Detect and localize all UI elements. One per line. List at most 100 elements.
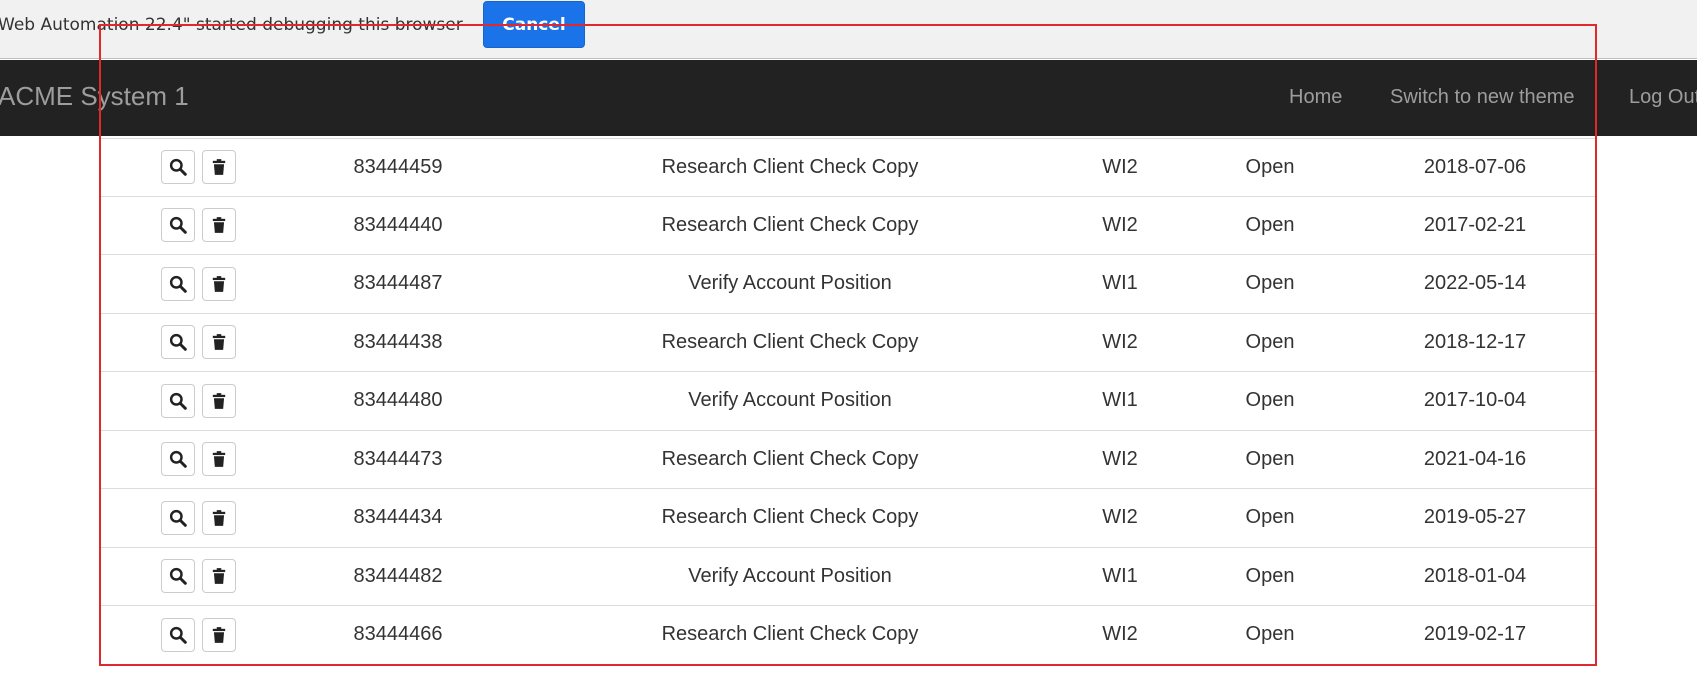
view-button[interactable] <box>160 383 195 418</box>
work-item-type: WI2 <box>1102 506 1138 529</box>
work-item-status: Open <box>1245 330 1295 353</box>
work-item-id: 83444459 <box>353 155 443 178</box>
work-item-status: Open <box>1245 389 1295 412</box>
search-icon <box>169 567 187 586</box>
work-item-type: WI2 <box>1102 155 1138 178</box>
brand-title[interactable]: ACME System 1 <box>0 81 189 112</box>
delete-button[interactable] <box>201 383 236 418</box>
nav-link-home[interactable]: Home <box>1289 86 1342 109</box>
trash-icon <box>210 626 228 644</box>
work-item-date: 2021-04-16 <box>1423 447 1527 470</box>
view-button[interactable] <box>160 150 195 185</box>
work-item-status: Open <box>1245 506 1295 529</box>
delete-button[interactable] <box>201 559 236 594</box>
nav-link-log-out[interactable]: Log Out <box>1629 86 1697 109</box>
work-item-description: Verify Account Position <box>688 564 892 587</box>
cancel-debugging-button[interactable]: Cancel <box>483 1 585 48</box>
work-item-description: Research Client Check Copy <box>661 623 919 646</box>
delete-button[interactable] <box>201 442 236 477</box>
work-item-id: 83444434 <box>353 506 443 529</box>
table-row: 83444434 Research Client Check Copy WI2 Ope… <box>100 489 1597 548</box>
row-actions <box>100 255 240 313</box>
search-icon <box>169 392 187 410</box>
work-item-status: Open <box>1245 213 1295 236</box>
work-item-id: 83444473 <box>353 447 443 470</box>
work-item-date: 2018-01-04 <box>1423 564 1527 587</box>
work-item-type: WI1 <box>1102 389 1138 412</box>
table-row: 83444440 Research Client Check Copy WI2 Ope… <box>100 197 1597 255</box>
row-actions <box>100 606 240 664</box>
search-icon <box>169 333 187 352</box>
row-actions <box>100 197 240 255</box>
trash-icon <box>210 392 228 410</box>
work-items-table: 83444459 Research Client Check Copy WI2 Ope… <box>100 138 1597 665</box>
work-item-type: WI2 <box>1102 330 1138 353</box>
view-button[interactable] <box>160 208 195 243</box>
view-button[interactable] <box>160 266 195 301</box>
table-row: 83444438 Research Client Check Copy WI2 Ope… <box>100 314 1597 372</box>
work-item-date: 2018-07-06 <box>1423 155 1527 178</box>
work-item-id: 83444438 <box>353 330 443 353</box>
work-item-date: 2017-10-04 <box>1423 389 1527 412</box>
nav-link-switch-theme[interactable]: Switch to new theme <box>1390 86 1575 109</box>
search-icon <box>169 626 187 644</box>
work-item-description: Verify Account Position <box>688 389 892 412</box>
work-item-type: WI1 <box>1102 564 1138 587</box>
table-row: 83444459 Research Client Check Copy WI2 Ope… <box>100 138 1597 197</box>
row-actions <box>100 139 240 196</box>
top-navbar: ACME System 1 Home Switch to new theme L… <box>0 60 1697 136</box>
delete-button[interactable] <box>201 150 236 185</box>
row-actions <box>100 489 240 547</box>
work-item-status: Open <box>1245 447 1295 470</box>
view-button[interactable] <box>160 500 195 535</box>
work-item-date: 2018-12-17 <box>1423 330 1527 353</box>
debugging-infobar: Web Automation 22.4" started debugging t… <box>0 0 1697 59</box>
search-icon <box>169 509 187 527</box>
work-item-status: Open <box>1245 623 1295 646</box>
search-icon <box>169 450 187 469</box>
view-button[interactable] <box>160 617 195 652</box>
trash-icon <box>210 450 228 468</box>
work-item-id: 83444480 <box>353 389 443 412</box>
work-item-description: Verify Account Position <box>688 272 892 295</box>
work-item-date: 2019-05-27 <box>1423 506 1527 529</box>
work-item-description: Research Client Check Copy <box>661 447 919 470</box>
delete-button[interactable] <box>201 208 236 243</box>
work-item-date: 2017-02-21 <box>1423 213 1527 236</box>
view-button[interactable] <box>160 559 195 594</box>
row-actions <box>100 548 240 606</box>
work-item-type: WI1 <box>1102 272 1138 295</box>
delete-button[interactable] <box>201 500 236 535</box>
search-icon <box>169 216 187 235</box>
table-row: 83444466 Research Client Check Copy WI2 Ope… <box>100 606 1597 665</box>
view-button[interactable] <box>160 325 195 360</box>
work-item-id: 83444466 <box>353 623 443 646</box>
work-item-date: 2019-02-17 <box>1423 623 1527 646</box>
table-row: 83444473 Research Client Check Copy WI2 Ope… <box>100 431 1597 489</box>
work-item-date: 2022-05-14 <box>1423 272 1527 295</box>
delete-button[interactable] <box>201 617 236 652</box>
view-button[interactable] <box>160 442 195 477</box>
table-row: 83444480 Verify Account Position WI1 Open 20… <box>100 372 1597 431</box>
work-item-id: 83444482 <box>353 564 443 587</box>
work-item-id: 83444487 <box>353 272 443 295</box>
work-item-status: Open <box>1245 155 1295 178</box>
work-item-status: Open <box>1245 272 1295 295</box>
trash-icon <box>210 275 228 293</box>
debugging-message: Web Automation 22.4" started debugging t… <box>0 15 463 35</box>
delete-button[interactable] <box>201 325 236 360</box>
trash-icon <box>210 216 228 234</box>
search-icon <box>169 158 187 177</box>
delete-button[interactable] <box>201 266 236 301</box>
trash-icon <box>210 509 228 527</box>
work-item-type: WI2 <box>1102 447 1138 470</box>
row-actions <box>100 431 240 489</box>
work-item-description: Research Client Check Copy <box>661 213 919 236</box>
work-item-description: Research Client Check Copy <box>661 506 919 529</box>
table-row: 83444482 Verify Account Position WI1 Open 20… <box>100 548 1597 606</box>
work-item-description: Research Client Check Copy <box>661 330 919 353</box>
row-actions <box>100 314 240 372</box>
work-item-description: Research Client Check Copy <box>661 155 919 178</box>
trash-icon <box>210 333 228 351</box>
work-item-id: 83444440 <box>353 213 443 236</box>
